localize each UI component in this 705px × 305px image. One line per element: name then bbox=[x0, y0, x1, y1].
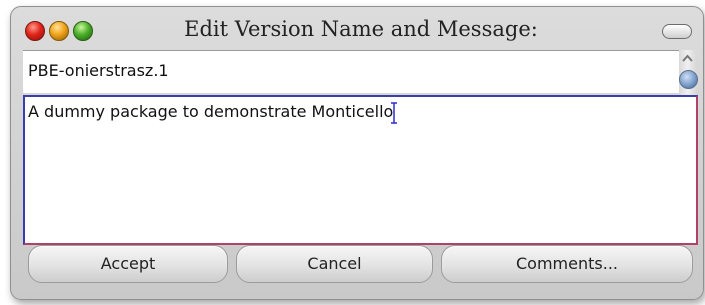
minimize-dot-icon[interactable] bbox=[49, 21, 69, 41]
chevron-up-icon[interactable] bbox=[681, 52, 694, 64]
collapse-pill-icon[interactable] bbox=[662, 24, 692, 39]
dialog-window: Edit Version Name and Message: PBE-onier… bbox=[10, 6, 704, 300]
scroll-thumb[interactable] bbox=[679, 70, 698, 89]
version-name-field[interactable]: PBE-onierstrasz.1 bbox=[23, 50, 679, 93]
close-dot-icon[interactable] bbox=[25, 21, 45, 41]
version-message-area[interactable]: A dummy package to demonstrate Monticell… bbox=[23, 95, 698, 245]
comments-button[interactable]: Comments... bbox=[441, 245, 693, 283]
version-message-text: A dummy package to demonstrate Monticell… bbox=[28, 102, 394, 121]
title-bar[interactable]: Edit Version Name and Message: bbox=[11, 7, 703, 49]
zoom-dot-icon[interactable] bbox=[73, 21, 93, 41]
accept-button[interactable]: Accept bbox=[28, 245, 228, 283]
cancel-button[interactable]: Cancel bbox=[236, 245, 433, 283]
window-title: Edit Version Name and Message: bbox=[184, 17, 538, 41]
version-name-text: PBE-onierstrasz.1 bbox=[28, 61, 169, 80]
text-cursor-icon bbox=[390, 102, 397, 124]
